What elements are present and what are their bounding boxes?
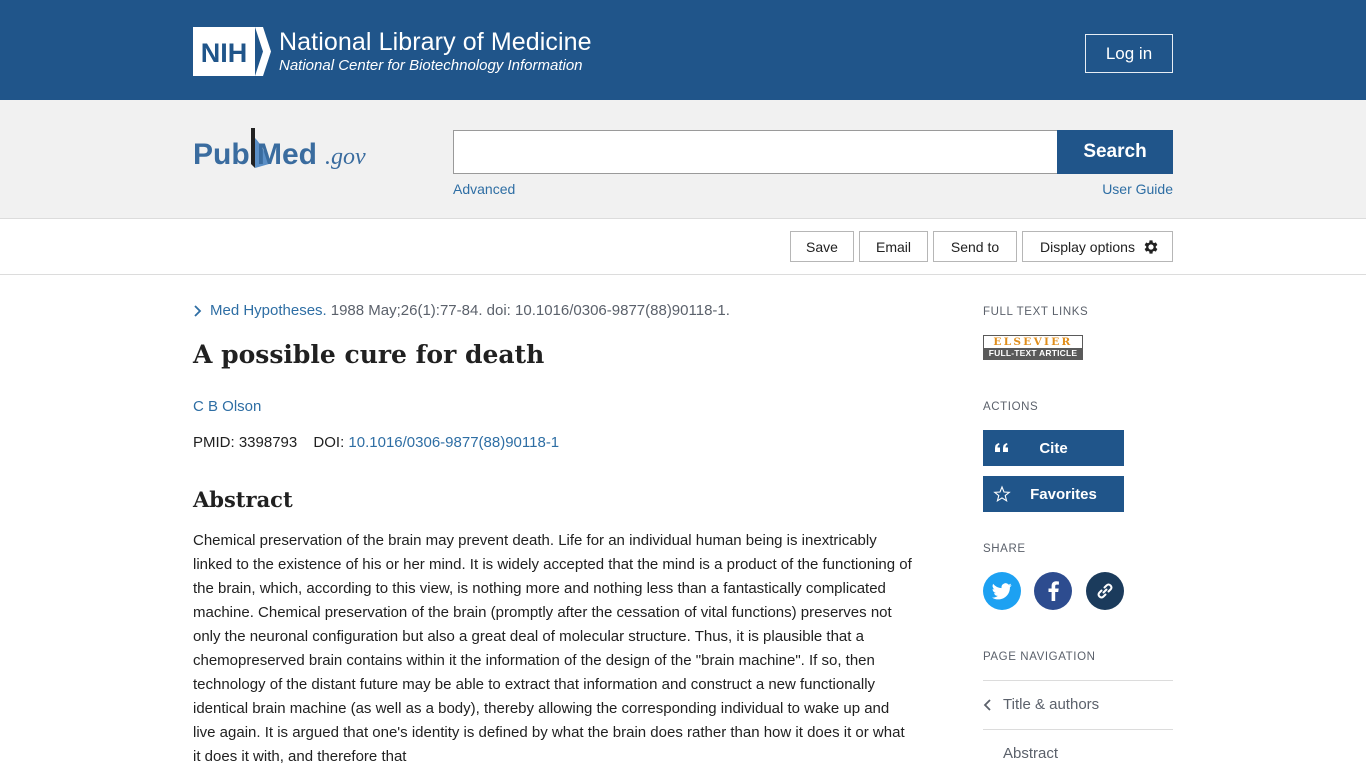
nav-divider xyxy=(983,680,1173,681)
elsevier-full-text-label: FULL-TEXT ARTICLE xyxy=(984,348,1082,359)
pubmed-logo-icon[interactable]: Pub Med .gov xyxy=(193,124,378,178)
nih-logo-icon[interactable]: NIH xyxy=(193,27,271,76)
gear-icon xyxy=(1144,240,1158,254)
login-button[interactable]: Log in xyxy=(1085,34,1173,73)
cite-button[interactable]: Cite xyxy=(983,430,1124,466)
chevron-right-icon[interactable] xyxy=(193,304,203,317)
share-label: SHARE xyxy=(983,543,1026,555)
abstract-text: Chemical preservation of the brain may p… xyxy=(193,532,912,765)
elsevier-full-text-link[interactable]: ELSEVIER FULL-TEXT ARTICLE xyxy=(983,335,1083,360)
display-options-label: Display options xyxy=(1040,238,1135,255)
svg-text:NIH: NIH xyxy=(201,38,248,68)
elsevier-logo-text: ELSEVIER xyxy=(984,336,1082,348)
twitter-icon xyxy=(992,582,1012,599)
author-link[interactable]: C B Olson xyxy=(193,398,261,415)
pmid: PMID: 3398793 xyxy=(193,434,298,451)
cite-label: Cite xyxy=(1039,439,1068,457)
chevron-left-icon xyxy=(983,698,991,711)
full-text-links-label: FULL TEXT LINKS xyxy=(983,306,1089,318)
favorites-button[interactable]: Favorites xyxy=(983,476,1124,512)
user-guide-link[interactable]: User Guide xyxy=(1102,181,1173,197)
citation-line: Med Hypotheses. 1988 May;26(1):77-84. do… xyxy=(193,302,730,319)
nav-item-label: Title & authors xyxy=(1003,696,1100,713)
nav-item-abstract[interactable]: Abstract xyxy=(1003,745,1058,762)
page-navigation-label: PAGE NAVIGATION xyxy=(983,651,1096,663)
journal-link[interactable]: Med Hypotheses. xyxy=(210,302,327,319)
nav-item-label: Abstract xyxy=(1003,745,1059,762)
svg-text:.gov: .gov xyxy=(325,144,366,170)
advanced-search-link[interactable]: Advanced xyxy=(453,181,515,197)
abstract-heading: Abstract xyxy=(193,487,293,512)
doi-link[interactable]: 10.1016/0306-9877(88)90118-1 xyxy=(348,434,559,451)
actions-label: ACTIONS xyxy=(983,401,1039,413)
facebook-share-button[interactable] xyxy=(1034,572,1072,610)
article-title: A possible cure for death xyxy=(193,340,545,369)
twitter-share-button[interactable] xyxy=(983,572,1021,610)
favorites-label: Favorites xyxy=(1030,485,1097,503)
svg-text:Pub: Pub xyxy=(193,138,250,171)
citation-text: 1988 May;26(1):77-84. doi: 10.1016/0306-… xyxy=(330,302,730,319)
doi-label: DOI: xyxy=(313,434,345,451)
nav-divider xyxy=(983,729,1173,730)
link-icon xyxy=(1097,583,1113,599)
send-to-button[interactable]: Send to xyxy=(933,231,1017,262)
facebook-icon xyxy=(1048,581,1059,601)
search-input[interactable] xyxy=(453,130,1058,174)
permalink-share-button[interactable] xyxy=(1086,572,1124,610)
svg-text:Med: Med xyxy=(257,138,317,171)
search-button[interactable]: Search xyxy=(1057,130,1173,174)
nav-item-title-authors[interactable]: Title & authors xyxy=(983,696,1099,713)
nih-title[interactable]: National Library of Medicine xyxy=(279,28,592,57)
email-button[interactable]: Email xyxy=(859,231,928,262)
nih-subtitle[interactable]: National Center for Biotechnology Inform… xyxy=(279,57,583,74)
save-button[interactable]: Save xyxy=(790,231,854,262)
article-ids: PMID: 3398793 DOI: 10.1016/0306-9877(88)… xyxy=(193,434,559,451)
